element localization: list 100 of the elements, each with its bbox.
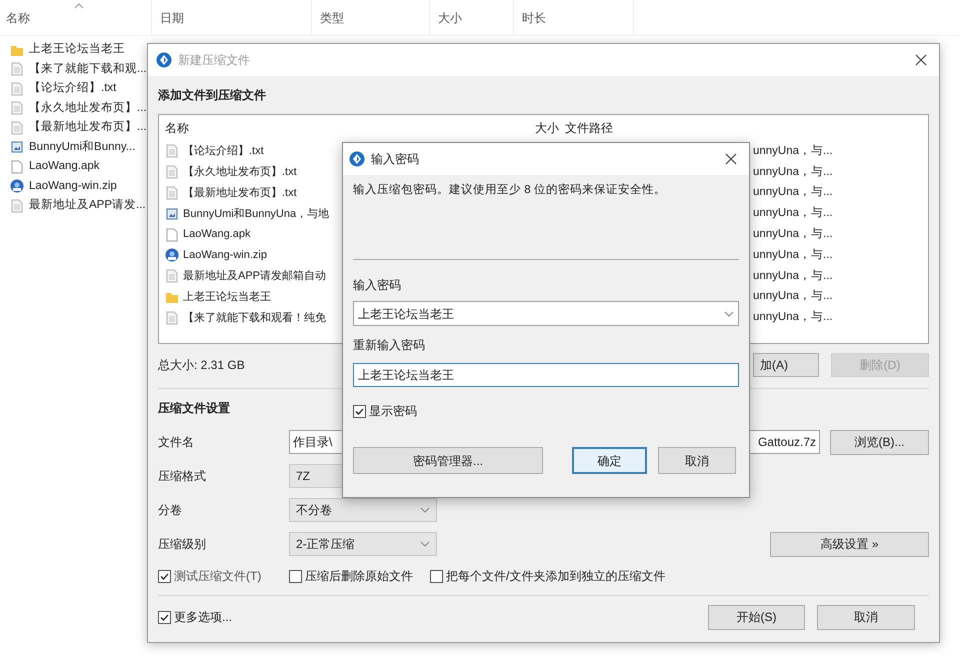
document-icon <box>10 62 24 76</box>
hint-text: 输入压缩包密码。建议使用至少 8 位的密码来保证安全性。 <box>353 182 667 198</box>
file-path: unnyUna，与... <box>753 206 833 222</box>
file-path: unnyUna，与... <box>753 184 833 200</box>
column-header[interactable]: 名称 <box>165 121 189 135</box>
checkbox[interactable] <box>353 404 366 418</box>
checkbox-label: 显示密码 <box>369 403 417 420</box>
document-icon <box>165 144 179 158</box>
file-path: unnyUna，与... <box>753 144 833 159</box>
file-path: unnyUna，与... <box>753 226 833 242</box>
file-path: unnyUna，与... <box>753 288 833 304</box>
advanced-settings-button[interactable]: 高级设置 » <box>770 532 929 556</box>
field-text: 作目录\ <box>293 434 332 451</box>
start-button[interactable]: 开始(S) <box>708 604 805 630</box>
document-icon <box>10 120 24 135</box>
column-header[interactable]: 文件路径 <box>565 121 613 135</box>
file-name[interactable]: 【来了就能下载和观看！纯免 <box>183 310 326 326</box>
file-path: unnyUna，与... <box>753 268 833 284</box>
document-icon <box>10 198 24 213</box>
document-icon <box>165 269 179 284</box>
field-label: 输入密码 <box>353 277 402 294</box>
column-header[interactable]: 名称 <box>6 8 30 26</box>
chevron-down-icon <box>420 507 430 513</box>
sort-caret-icon <box>74 3 84 9</box>
file-name[interactable]: BunnyUmi和Bunny... <box>29 138 136 156</box>
checkbox[interactable] <box>158 570 171 582</box>
file-name[interactable]: 上老王论坛当老王 <box>29 41 125 58</box>
archive-app-icon <box>165 248 179 262</box>
blank-file-icon <box>165 228 179 242</box>
dropdown[interactable]: 2-正常压缩 <box>289 532 437 556</box>
password-manager-button[interactable]: 密码管理器... <box>353 447 543 474</box>
section-title: 压缩文件设置 <box>158 400 230 417</box>
app-icon <box>156 52 172 68</box>
blank-file-icon <box>10 160 24 174</box>
file-name[interactable]: 【永久地址发布页】... <box>29 100 147 117</box>
field-label: 文件名 <box>158 434 195 451</box>
close-icon[interactable] <box>725 153 737 165</box>
cancel-button[interactable]: 取消 <box>658 447 736 474</box>
file-name[interactable]: LaoWang.apk <box>183 226 250 243</box>
field-text: Gattouz.7z <box>758 434 816 451</box>
field-label: 分卷 <box>158 502 183 519</box>
file-name[interactable]: 最新地址及APP请发邮箱自动 <box>183 268 326 284</box>
checkbox[interactable] <box>158 610 171 624</box>
file-name[interactable]: BunnyUmi和BunnyUna，与地 <box>183 206 330 222</box>
document-icon <box>165 310 179 325</box>
image-file-icon <box>10 140 24 154</box>
browse-button[interactable]: 浏览(B)... <box>830 430 929 454</box>
file-name[interactable]: LaoWang-win.zip <box>183 247 267 264</box>
column-header[interactable]: 日期 <box>160 8 184 26</box>
file-name[interactable]: 【最新地址发布页】.txt <box>183 184 297 202</box>
file-path: unnyUna，与... <box>753 248 833 263</box>
close-icon[interactable] <box>915 54 927 66</box>
field-label: 重新输入密码 <box>353 337 426 354</box>
archive-app-icon <box>10 179 24 194</box>
field-text: 上老王论坛当老王 <box>358 306 454 322</box>
password-field[interactable]: 上老王论坛当老王 <box>353 301 739 326</box>
confirm-password-field[interactable]: 上老王论坛当老王 <box>353 363 739 387</box>
file-name[interactable]: 【论坛介绍】.txt <box>29 80 116 98</box>
file-name[interactable]: 最新地址及APP请发... <box>29 197 146 214</box>
chevron-down-icon <box>420 541 430 547</box>
checkbox[interactable] <box>430 570 443 582</box>
dropdown[interactable]: 不分卷 <box>289 498 437 522</box>
checkbox-label: 测试压缩文件(T) <box>174 568 262 585</box>
checkbox-label: 更多选项... <box>174 609 232 626</box>
chevron-down-icon <box>724 310 734 316</box>
file-path: unnyUna，与... <box>753 310 833 326</box>
field-label: 压缩格式 <box>158 468 207 485</box>
image-file-icon <box>165 206 179 221</box>
window-title: 输入密码 <box>371 151 419 168</box>
add-button[interactable]: 加(A) <box>753 353 819 377</box>
column-header[interactable]: 时长 <box>522 8 546 26</box>
file-name[interactable]: 【来了就能下载和观... <box>29 60 147 78</box>
file-name[interactable]: 【最新地址发布页】... <box>29 119 147 136</box>
dropdown-value: 2-正常压缩 <box>296 536 355 553</box>
document-icon <box>165 165 179 180</box>
file-name[interactable]: 上老王论坛当老王 <box>183 288 271 306</box>
dropdown-value: 7Z <box>296 468 310 485</box>
checkbox-label: 把每个文件/文件夹添加到独立的压缩文件 <box>446 568 666 585</box>
file-name[interactable]: 【论坛介绍】.txt <box>183 143 264 160</box>
file-name[interactable]: LaoWang-win.zip <box>29 178 117 195</box>
file-path: unnyUna，与... <box>753 164 833 180</box>
window-title: 新建压缩文件 <box>178 52 250 69</box>
column-header[interactable]: 类型 <box>320 8 344 26</box>
document-icon <box>165 186 179 200</box>
field-label: 压缩级别 <box>158 536 207 553</box>
cancel-button[interactable]: 取消 <box>817 604 915 630</box>
app-icon <box>349 151 365 167</box>
column-header[interactable]: 大小 <box>535 121 559 135</box>
document-icon <box>10 101 24 116</box>
total-size: 总大小: 2.31 GB <box>158 357 245 374</box>
dropdown-value: 不分卷 <box>296 502 332 519</box>
column-header[interactable]: 大小 <box>438 8 462 26</box>
section-title: 添加文件到压缩文件 <box>158 87 266 104</box>
file-name[interactable]: LaoWang.apk <box>29 158 100 176</box>
checkbox-label: 压缩后删除原始文件 <box>305 568 413 585</box>
document-icon <box>10 82 24 96</box>
file-name[interactable]: 【永久地址发布页】.txt <box>183 164 297 180</box>
checkbox[interactable] <box>289 570 302 582</box>
ok-button[interactable]: 确定 <box>572 447 647 474</box>
field-text: 上老王论坛当老王 <box>358 367 454 384</box>
